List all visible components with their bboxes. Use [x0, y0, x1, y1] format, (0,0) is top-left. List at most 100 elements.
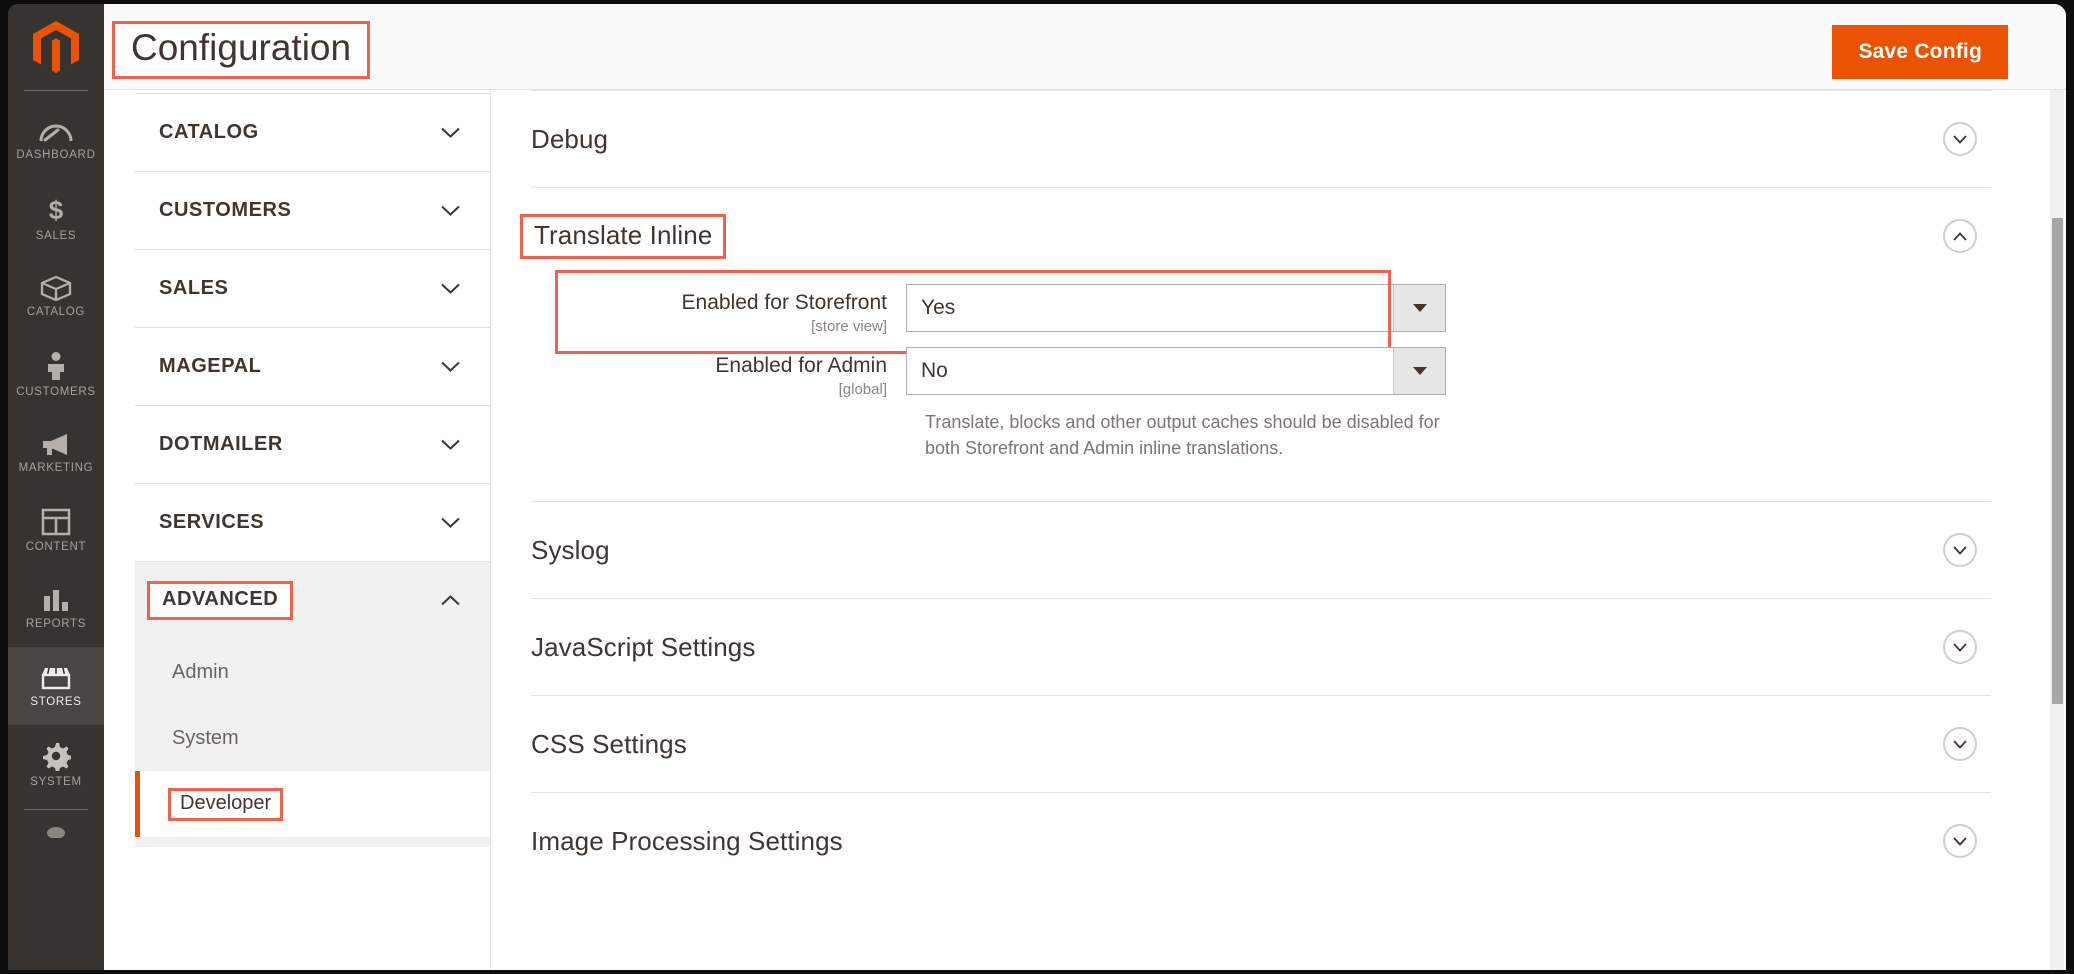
chevron-down-icon — [1953, 837, 1967, 846]
field-help-text: Translate, blocks and other output cache… — [925, 412, 1440, 458]
config-subitem-system[interactable]: System — [135, 705, 490, 771]
sidebar-item-partial[interactable] — [8, 810, 104, 838]
section-header[interactable]: JavaScript Settings — [531, 599, 1991, 695]
config-subitem-label: System — [172, 726, 239, 749]
config-group-header[interactable]: DOTMAILER — [135, 406, 490, 483]
section-title: Debug — [531, 123, 609, 154]
field-enabled-for-storefront: Enabled for Storefront [store view] Yes — [531, 269, 1991, 355]
config-group-advanced[interactable]: ADVANCED Admin System Developer — [135, 562, 490, 847]
config-group-header[interactable]: CATALOG — [135, 94, 490, 171]
configuration-nav-column: CATALOG CUSTOMERS SALES MAGEPAL DOTMAILE… — [104, 90, 490, 970]
config-subitem-label: Developer — [168, 787, 284, 821]
section-javascript-settings: JavaScript Settings — [531, 598, 1991, 695]
chevron-down-icon — [441, 283, 460, 294]
configuration-nav: CATALOG CUSTOMERS SALES MAGEPAL DOTMAILE… — [135, 93, 490, 847]
megaphone-icon — [43, 433, 67, 455]
field-label: Enabled for Admin — [715, 354, 887, 378]
sidebar-item-sales[interactable]: $ SALES — [8, 179, 104, 257]
section-header[interactable]: CSS Settings — [531, 696, 1991, 792]
config-group-label: SERVICES — [159, 511, 265, 533]
config-group-sales[interactable]: SALES — [135, 250, 490, 328]
config-group-header[interactable]: CUSTOMERS — [135, 172, 490, 249]
enabled-for-storefront-select[interactable]: Yes — [906, 284, 1446, 332]
sidebar-item-stores[interactable]: STORES — [8, 647, 104, 725]
config-group-label: CUSTOMERS — [159, 199, 292, 221]
select-value: Yes — [921, 296, 956, 319]
config-group-services[interactable]: SERVICES — [135, 484, 490, 562]
config-group-label: CATALOG — [159, 121, 259, 143]
section-body: Enabled for Storefront [store view] Yes — [531, 269, 1991, 501]
config-group-header[interactable]: SALES — [135, 250, 490, 327]
sidebar-item-label: SYSTEM — [30, 775, 82, 788]
sidebar-item-dashboard[interactable]: DASHBOARD — [8, 101, 104, 179]
section-toggle-button[interactable] — [1943, 219, 1977, 253]
sidebar-item-content[interactable]: CONTENT — [8, 491, 104, 569]
dashboard-gauge-icon — [39, 124, 73, 141]
gear-icon — [43, 742, 71, 771]
section-toggle-button[interactable] — [1943, 824, 1977, 859]
sidebar-divider-top — [24, 90, 88, 91]
sidebar-item-system[interactable]: SYSTEM — [8, 725, 104, 803]
config-group-header[interactable]: SERVICES — [135, 484, 490, 561]
save-config-button[interactable]: Save Config — [1832, 25, 2008, 79]
section-toggle-button[interactable] — [1943, 630, 1977, 665]
chevron-down-icon — [1953, 134, 1967, 144]
person-icon — [48, 351, 64, 380]
section-header[interactable]: Syslog — [531, 502, 1991, 598]
config-group-catalog[interactable]: CATALOG — [135, 94, 490, 172]
config-group-customers[interactable]: CUSTOMERS — [135, 172, 490, 250]
page-body: CATALOG CUSTOMERS SALES MAGEPAL DOTMAILE… — [104, 90, 2066, 970]
config-subitem-developer[interactable]: Developer — [135, 771, 490, 837]
chevron-down-icon — [441, 517, 460, 528]
config-group-magepal[interactable]: MAGEPAL — [135, 328, 490, 406]
sidebar-item-reports[interactable]: REPORTS — [8, 569, 104, 647]
section-image-processing-settings: Image Processing Settings — [531, 792, 1991, 889]
section-toggle-button[interactable] — [1943, 533, 1977, 568]
config-group-header[interactable]: ADVANCED — [135, 562, 490, 639]
field-control-column: Yes — [906, 284, 1466, 332]
field-scope: [store view] — [811, 318, 887, 336]
page-title-annotation: Configuration — [112, 21, 371, 79]
config-group-label: SALES — [159, 277, 229, 299]
chevron-down-icon — [1953, 740, 1967, 749]
section-toggle-button[interactable] — [1943, 727, 1977, 762]
magento-logo-icon — [33, 21, 79, 73]
sidebar-item-catalog[interactable]: CATALOG — [8, 257, 104, 335]
section-title: Syslog — [531, 534, 610, 565]
section-header[interactable]: Image Processing Settings — [531, 793, 1991, 889]
magento-logo[interactable] — [8, 4, 104, 90]
section-header[interactable]: Translate Inline — [520, 188, 1991, 284]
sidebar-item-label: CONTENT — [25, 540, 87, 553]
chevron-down-icon — [441, 127, 460, 138]
store-awning-icon — [41, 667, 71, 689]
config-subitem-admin[interactable]: Admin — [135, 639, 490, 705]
field-label-column: Enabled for Storefront [store view] — [531, 284, 906, 335]
field-control-column: No — [906, 347, 1466, 396]
config-group-header[interactable]: MAGEPAL — [135, 328, 490, 405]
field-label-column: Enabled for Admin [global] — [531, 347, 906, 398]
sidebar-item-customers[interactable]: CUSTOMERS — [8, 335, 104, 413]
config-group-label: DOTMAILER — [159, 433, 283, 455]
sidebar-item-marketing[interactable]: MARKETING — [8, 413, 104, 491]
sidebar-item-label: CUSTOMERS — [16, 385, 96, 398]
vertical-scrollbar-thumb[interactable] — [2052, 218, 2063, 704]
enabled-for-admin-select[interactable]: No — [906, 347, 1446, 396]
sidebar-item-label: REPORTS — [25, 617, 87, 630]
section-translate-inline: Translate Inline Enabled for Storefront … — [520, 187, 1991, 501]
page-title: Configuration — [131, 27, 352, 68]
field-enabled-for-admin: Enabled for Admin [global] No — [531, 347, 1991, 398]
config-group-label: ADVANCED — [147, 581, 294, 620]
select-arrow-button[interactable] — [1393, 348, 1445, 395]
select-arrow-button[interactable] — [1393, 285, 1445, 331]
config-subitem-label: Admin — [172, 660, 229, 683]
config-group-dotmailer[interactable]: DOTMAILER — [135, 406, 490, 484]
chevron-down-icon — [441, 439, 460, 450]
section-header[interactable]: Debug — [531, 91, 1991, 187]
section-toggle-button[interactable] — [1943, 122, 1977, 156]
caret-down-icon — [1412, 367, 1427, 376]
config-group-label: MAGEPAL — [159, 355, 262, 377]
chevron-up-icon — [1953, 231, 1967, 241]
page-header: Configuration Save Config — [104, 4, 2066, 90]
section-title: Image Processing Settings — [531, 825, 843, 856]
svg-text:$: $ — [49, 195, 64, 225]
